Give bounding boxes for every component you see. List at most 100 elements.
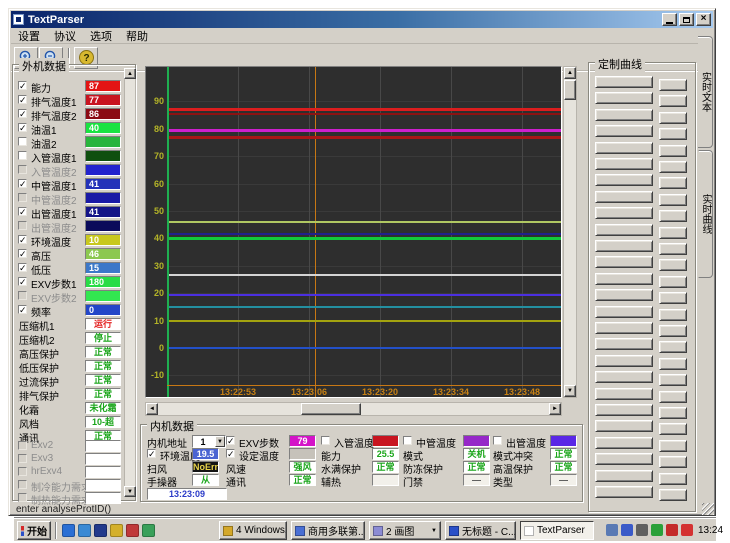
curve-slot-button-18[interactable]: [595, 371, 653, 383]
curve-slot-button-0[interactable]: [595, 76, 653, 88]
trend-chart-plot[interactable]: 9080706050403020100-1013:22:5313:23:0613…: [145, 66, 562, 398]
taskbar-button-1[interactable]: 商用多联第...: [291, 521, 365, 540]
curve-slot-button-21[interactable]: [595, 420, 653, 432]
curve-option-button-17[interactable]: [659, 358, 687, 370]
chart-vertical-scrollbar[interactable]: ▲▼: [563, 66, 577, 398]
sidebar-scroll-down-icon[interactable]: ▼: [124, 486, 136, 497]
curve-slot-button-16[interactable]: [595, 338, 653, 350]
menu-item-1[interactable]: 协议: [47, 27, 83, 45]
power-icon[interactable]: [681, 524, 693, 536]
curve-slot-button-15[interactable]: [595, 322, 653, 334]
minimize-button[interactable]: [662, 13, 677, 26]
curve-option-button-25[interactable]: [659, 489, 687, 501]
curve-slot-button-14[interactable]: [595, 306, 653, 318]
sidebar-scrollbar[interactable]: [124, 68, 136, 497]
curve-slot-button-8[interactable]: [595, 207, 653, 219]
curve-slot-button-9[interactable]: [595, 224, 653, 236]
chart-scroll-up-icon[interactable]: ▲: [564, 67, 576, 79]
series-checkbox-0[interactable]: [18, 81, 27, 90]
curve-slot-button-20[interactable]: [595, 404, 653, 416]
curve-slot-button-13[interactable]: [595, 289, 653, 301]
curve-slot-button-22[interactable]: [595, 437, 653, 449]
extra-checkbox-3[interactable]: [18, 480, 27, 489]
curve-option-button-10[interactable]: [659, 243, 687, 255]
curve-option-button-20[interactable]: [659, 407, 687, 419]
notes-icon[interactable]: [110, 524, 123, 537]
chart-vscroll-thumb[interactable]: [564, 80, 576, 100]
series-checkbox-2[interactable]: [18, 109, 27, 118]
series-checkbox-11[interactable]: [18, 235, 27, 244]
tab-realtime-curve[interactable]: 实时曲线: [698, 150, 713, 278]
ie-icon[interactable]: [62, 524, 75, 537]
menu-item-0[interactable]: 设置: [11, 27, 47, 45]
chevron-down-icon[interactable]: ▼: [215, 436, 225, 447]
curve-option-button-23[interactable]: [659, 456, 687, 468]
menu-item-2[interactable]: 选项: [83, 27, 119, 45]
security-icon[interactable]: [126, 524, 139, 537]
curve-option-button-4[interactable]: [659, 145, 687, 157]
series-checkbox-10[interactable]: [18, 221, 27, 230]
curve-option-button-13[interactable]: [659, 292, 687, 304]
curve-slot-button-3[interactable]: [595, 125, 653, 137]
series-checkbox-13[interactable]: [18, 263, 27, 272]
indoor-address-dropdown[interactable]: 1▼: [192, 435, 226, 448]
curve-slot-button-11[interactable]: [595, 256, 653, 268]
curve-slot-button-12[interactable]: [595, 273, 653, 285]
series-checkbox-3[interactable]: [18, 123, 27, 132]
restore-button[interactable]: [679, 13, 694, 26]
curve-option-button-18[interactable]: [659, 374, 687, 386]
curve-option-button-1[interactable]: [659, 95, 687, 107]
series-checkbox-1[interactable]: [18, 95, 27, 104]
series-checkbox-12[interactable]: [18, 249, 27, 258]
chart-scroll-down-icon[interactable]: ▼: [564, 385, 576, 397]
curve-option-button-24[interactable]: [659, 473, 687, 485]
indoor-checkbox-1-1[interactable]: [226, 449, 235, 458]
taskbar-button-2[interactable]: 2 画图▼: [369, 521, 441, 540]
chart-horizontal-scrollbar[interactable]: ◄►: [145, 402, 562, 416]
series-checkbox-4[interactable]: [18, 137, 27, 146]
indoor-checkbox-4-0[interactable]: [493, 436, 502, 445]
printer-icon[interactable]: [606, 524, 618, 536]
volume-icon[interactable]: [621, 524, 633, 536]
curve-slot-button-23[interactable]: [595, 453, 653, 465]
extra-checkbox-0[interactable]: [18, 441, 27, 450]
indoor-checkbox-1-0[interactable]: [226, 436, 235, 445]
tab-realtime-text[interactable]: 实时文本: [698, 36, 713, 148]
curve-option-button-12[interactable]: [659, 276, 687, 288]
extra-checkbox-1[interactable]: [18, 454, 27, 463]
taskbar-button-0[interactable]: 4 Windows...▼: [219, 521, 287, 540]
title-bar[interactable]: TextParser ×: [11, 11, 713, 28]
expand-arrow-icon[interactable]: [636, 524, 648, 536]
curve-slot-button-25[interactable]: [595, 486, 653, 498]
curve-slot-button-5[interactable]: [595, 158, 653, 170]
curve-slot-button-6[interactable]: [595, 174, 653, 186]
curve-slot-button-24[interactable]: [595, 470, 653, 482]
taskbar-button-4[interactable]: TextParser: [520, 521, 594, 540]
series-checkbox-6[interactable]: [18, 165, 27, 174]
taskbar-button-3[interactable]: 无标题 - C...: [445, 521, 516, 540]
start-button[interactable]: 开始: [17, 521, 51, 540]
curve-slot-button-1[interactable]: [595, 92, 653, 104]
taskbar-group-chevron-icon[interactable]: ▼: [431, 528, 437, 534]
series-checkbox-7[interactable]: [18, 179, 27, 188]
series-checkbox-16[interactable]: [18, 305, 27, 314]
series-checkbox-14[interactable]: [18, 277, 27, 286]
curve-slot-button-2[interactable]: [595, 109, 653, 121]
curve-option-button-9[interactable]: [659, 227, 687, 239]
series-checkbox-9[interactable]: [18, 207, 27, 216]
curve-option-button-2[interactable]: [659, 112, 687, 124]
indoor-checkbox-2-0[interactable]: [321, 436, 330, 445]
menu-item-3[interactable]: 帮助: [119, 27, 155, 45]
indoor-checkbox-0-1[interactable]: [147, 449, 156, 458]
curve-option-button-16[interactable]: [659, 341, 687, 353]
curve-option-button-5[interactable]: [659, 161, 687, 173]
chart-scroll-right-icon[interactable]: ►: [549, 403, 561, 415]
curve-option-button-6[interactable]: [659, 177, 687, 189]
curve-slot-button-17[interactable]: [595, 355, 653, 367]
update-icon[interactable]: [666, 524, 678, 536]
curve-slot-button-19[interactable]: [595, 388, 653, 400]
extra-checkbox-4[interactable]: [18, 493, 27, 502]
curve-option-button-7[interactable]: [659, 194, 687, 206]
curve-slot-button-10[interactable]: [595, 240, 653, 252]
curve-option-button-21[interactable]: [659, 423, 687, 435]
